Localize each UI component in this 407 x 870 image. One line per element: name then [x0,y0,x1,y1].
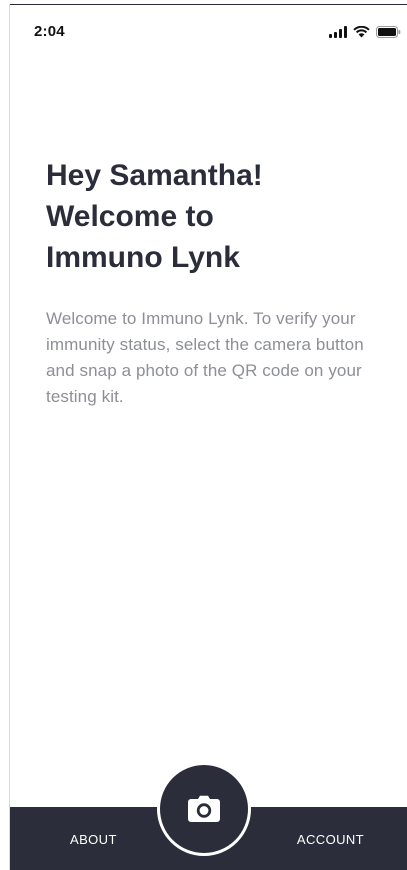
welcome-title: Hey Samantha! Welcome to Immuno Lynk [46,155,371,278]
status-time: 2:04 [34,23,65,40]
status-icons [329,25,401,39]
welcome-title-line: Welcome to [46,200,214,233]
wifi-icon [353,26,370,38]
welcome-title-line: Immuno Lynk [46,241,240,274]
tab-about[interactable]: ABOUT [70,832,117,847]
camera-button[interactable] [157,762,251,856]
signal-icon [329,26,347,38]
welcome-section: Hey Samantha! Welcome to Immuno Lynk Wel… [46,155,371,410]
welcome-description: Welcome to Immuno Lynk. To verify your i… [46,309,364,406]
status-bar: 2:04 [10,5,407,51]
welcome-title-line: Hey Samantha! [46,159,263,192]
tab-account[interactable]: ACCOUNT [297,832,364,847]
battery-icon [376,26,401,38]
camera-icon [187,795,221,823]
app-screen: 2:04 Hey Samantha! Welcome to Immuno Lyn… [10,5,407,870]
